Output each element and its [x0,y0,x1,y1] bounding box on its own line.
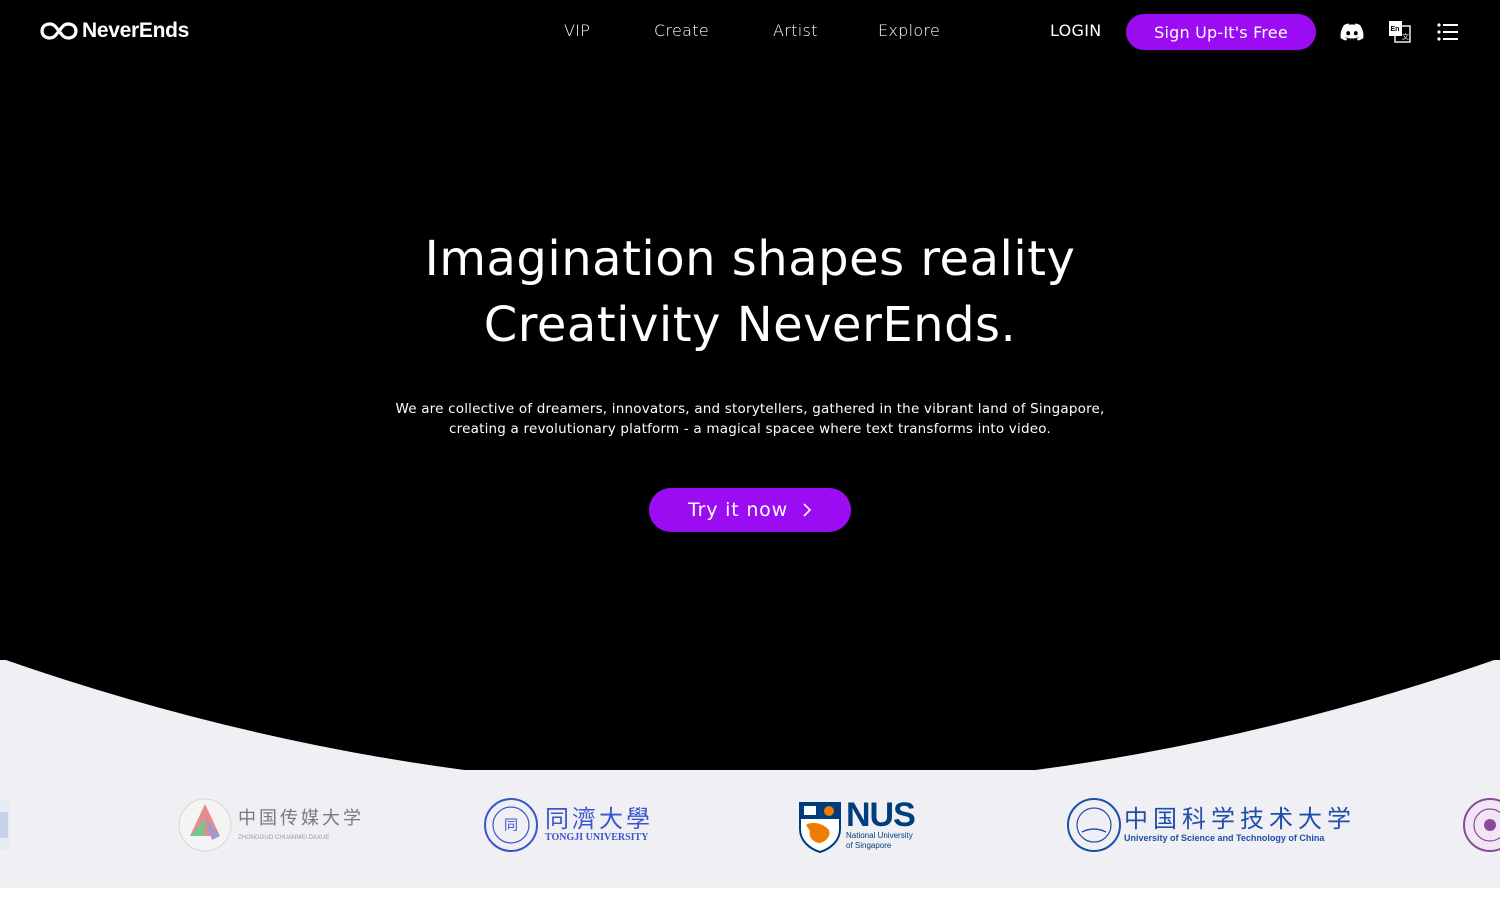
cta-label: Try it now [688,499,788,521]
logo-text: NeverEnds [82,19,190,42]
description-line-2: creating a revolutionary platform - a ma… [449,421,1051,437]
tsinghua-emblem-icon [1463,798,1500,852]
partner-logo-cuc: 中国传媒大学 ZHONGGUO CHUANMEI DAXUE [178,790,364,860]
hero-section: NeverEnds VIP Create Artist Explore LOGI… [0,0,1500,888]
ustc-emblem-icon [1067,798,1121,852]
tongji-name-cn: 同濟大學 [545,805,653,833]
description-line-1: We are collective of dreamers, innovator… [395,401,1105,417]
tongji-name-en: TONGJI UNIVERSITY [545,832,649,843]
cuc-name-en: ZHONGGUO CHUANMEI DAXUE [238,835,330,841]
nav-link-vip[interactable]: VIP [564,21,590,40]
ustc-name-cn: 中国科学技术大学 [1124,805,1356,833]
tongji-emblem-icon: 同 [484,798,538,852]
login-link[interactable]: LOGIN [1050,21,1102,40]
headline-line-2: Creativity NeverEnds. [483,297,1017,353]
nav-link-create[interactable]: Create [654,21,709,40]
svg-text:En: En [1391,26,1400,33]
svg-text:文: 文 [1402,32,1409,41]
try-it-now-button[interactable]: Try it now [649,488,851,532]
discord-icon[interactable] [1340,20,1364,44]
hero-curve [0,600,1500,770]
partner-logo-ustc: 中国科学技术大学 University of Science and Techn… [1066,790,1356,860]
hero-description: We are collective of dreamers, innovator… [0,399,1500,439]
headline-line-1: Imagination shapes reality [424,231,1076,287]
nav-link-artist[interactable]: Artist [773,21,818,40]
partner-logo-tongji: 同 同濟大學 TONGJI UNIVERSITY [483,790,653,860]
chevron-right-icon [803,503,812,517]
partner-logo-nus: NUS National University of Singapore [798,790,916,860]
nus-subtitle: National University of Singapore [846,831,913,850]
logo[interactable]: NeverEnds [40,19,189,43]
infinity-logo-icon [40,22,78,40]
nus-name: NUS [846,796,916,834]
svg-text:同: 同 [504,818,518,834]
signup-button[interactable]: Sign Up-It's Free [1126,14,1316,50]
nus-crest-icon [799,802,841,853]
ustc-name-en: University of Science and Technology of … [1124,833,1325,843]
partner-logo-partial [0,790,10,860]
top-nav: NeverEnds VIP Create Artist Explore LOGI… [0,0,1500,64]
partner-logos-carousel: 中国传媒大学 ZHONGGUO CHUANMEI DAXUE 同 同濟大學 TO… [0,790,1500,860]
nav-link-explore[interactable]: Explore [878,21,940,40]
hero-headline: Imagination shapes reality Creativity Ne… [0,226,1500,358]
menu-list-icon[interactable] [1436,20,1460,44]
cuc-name-cn: 中国传媒大学 [238,808,364,829]
language-icon[interactable]: En 文 [1388,20,1412,44]
cuc-emblem-icon [178,798,232,852]
partner-logo-tsinghua-partial [1462,790,1500,860]
